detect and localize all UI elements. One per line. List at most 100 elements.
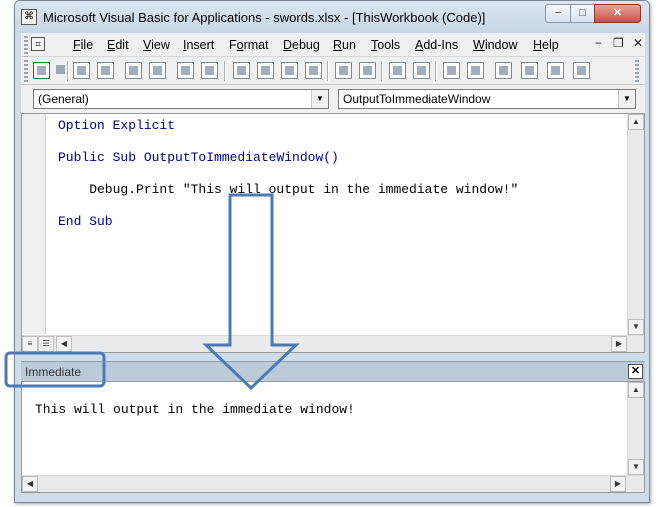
menu-accelerator: W [473,38,485,52]
menu-item[interactable]: View [143,38,170,52]
menu-accelerator: H [533,38,543,52]
scroll-up-icon[interactable]: ▲ [628,382,644,398]
menu-item[interactable]: File [73,38,93,52]
code-line[interactable]: Debug.Print "This will output in the imm… [58,182,518,197]
cut-icon[interactable] [73,62,90,79]
menu-accelerator: D [283,38,293,52]
toolbar-separator [435,61,437,81]
menu-label-part: un [342,38,356,52]
object-dropdown[interactable]: (General) ▼ [33,89,329,109]
chevron-down-icon[interactable]: ▼ [618,90,635,108]
doc-close-button[interactable]: ✕ [633,36,643,50]
keyword-text: Option Explicit [58,118,176,133]
code-line[interactable]: Option Explicit [58,118,175,133]
immediate-output-text[interactable]: This will output in the immediate window… [35,402,355,417]
keyword-text: Public Sub [58,150,137,165]
immediate-window[interactable]: This will output in the immediate window… [21,381,645,493]
doc-minimize-button[interactable]: − [595,36,602,50]
scroll-down-icon[interactable]: ▼ [628,459,644,475]
menu-item[interactable]: Add-Ins [415,38,458,52]
scroll-right-icon[interactable]: ▶ [610,476,626,492]
menu-item[interactable]: Debug [283,38,320,52]
toggle-bookmark-icon[interactable] [443,62,460,79]
uncomment-block-icon[interactable] [413,62,430,79]
dropdown-arrow-icon[interactable] [53,62,65,79]
standard-toolbar [21,57,645,85]
previous-bookmark-icon[interactable] [495,62,512,79]
menu-label-part: rmat [243,38,269,52]
object-dropdown-value: (General) [38,92,89,106]
maximize-button[interactable]: □ [570,4,595,23]
scroll-right-icon[interactable]: ▶ [611,336,627,352]
quick-info-icon[interactable] [305,62,322,79]
properties-icon[interactable] [233,62,250,79]
menu-item[interactable]: Insert [183,38,214,52]
scroll-up-icon[interactable]: ▲ [628,114,644,130]
copy-icon[interactable] [97,62,114,79]
comment-block-icon[interactable] [389,62,406,79]
chevron-down-icon[interactable]: ▼ [311,90,328,108]
menu-label-part: ebug [292,38,320,52]
close-button[interactable]: ✕ [594,4,641,23]
scroll-left-icon[interactable]: ◀ [22,476,38,492]
code-window-icon[interactable]: ⌗ [31,37,45,51]
code-editor[interactable]: Option Explicit Public Sub OutputToImmed… [21,113,645,353]
save-icon[interactable] [573,62,590,79]
menu-item[interactable]: Window [473,38,517,52]
clear-bookmarks-icon[interactable] [547,62,564,79]
view-excel-icon[interactable] [33,62,50,79]
outdent-icon[interactable] [359,62,376,79]
close-icon[interactable]: ✕ [628,364,643,379]
menu-item[interactable]: Run [333,38,356,52]
menu-label-part: iew [151,38,170,52]
menubar-grip[interactable] [24,36,28,58]
eraser-icon[interactable] [521,62,538,79]
menu-item[interactable]: Tools [371,38,400,52]
code-horizontal-scrollbar[interactable]: ≡ ☰ ◀ ▶ [22,335,644,352]
menu-label-part: ools [377,38,401,52]
wand-icon[interactable] [177,62,194,79]
list-properties-icon[interactable] [257,62,274,79]
menu-accelerator: o [236,38,244,52]
find-icon[interactable] [125,62,142,79]
indent-icon[interactable] [335,62,352,79]
menu-label-part: nsert [186,38,215,52]
menu-item[interactable]: Format [229,38,269,52]
vba-app-icon[interactable]: ⌘ [21,9,37,25]
procedure-view-icon[interactable]: ≡ [22,336,38,352]
code-margin[interactable] [22,114,46,334]
code-line[interactable]: End Sub [58,214,113,229]
immediate-vertical-scrollbar[interactable]: ▲ ▼ [627,382,644,475]
menu-label-part: F [229,38,237,52]
procedure-dropdown-value: OutputToImmediateWindow [343,92,491,106]
title-bar[interactable]: ⌘ Microsoft Visual Basic for Application… [15,1,649,33]
paste-icon[interactable] [149,62,166,79]
procedure-dropdown[interactable]: OutputToImmediateWindow ▼ [338,89,636,109]
toolbar-grip[interactable] [24,60,28,82]
toolbar-separator [67,61,69,81]
vba-editor-window: ⌘ Microsoft Visual Basic for Application… [14,0,650,503]
immediate-window-title: Immediate [25,365,82,379]
menu-accelerator: R [333,38,343,52]
menu-item[interactable]: Help [533,38,559,52]
scroll-left-icon[interactable]: ◀ [56,336,72,352]
code-line[interactable]: Public Sub OutputToImmediateWindow() [58,150,339,165]
immediate-window-header[interactable]: Immediate ✕ [21,361,645,381]
menu-bar: ⌗ File Edit View Insert Format Debug Run Tools A… [21,33,645,58]
menu-label-part: dd-Ins [423,38,459,52]
next-bookmark-icon[interactable] [467,62,484,79]
minimize-button[interactable]: − [545,4,571,23]
toolbar-separator [381,61,383,81]
immediate-horizontal-scrollbar[interactable]: ◀ ▶ [22,475,644,492]
scroll-down-icon[interactable]: ▼ [628,319,644,335]
menu-accelerator: V [143,38,152,52]
doc-restore-button[interactable]: ❐ [613,36,624,50]
menu-accelerator: F [73,38,81,52]
list-constants-icon[interactable] [281,62,298,79]
code-vertical-scrollbar[interactable]: ▲ ▼ [627,114,644,336]
toolbar-overflow-icon[interactable] [635,60,639,82]
export-icon[interactable] [201,62,218,79]
menu-item[interactable]: Edit [107,38,129,52]
full-module-view-icon[interactable]: ☰ [38,336,54,352]
keyword-text: End Sub [58,214,113,229]
